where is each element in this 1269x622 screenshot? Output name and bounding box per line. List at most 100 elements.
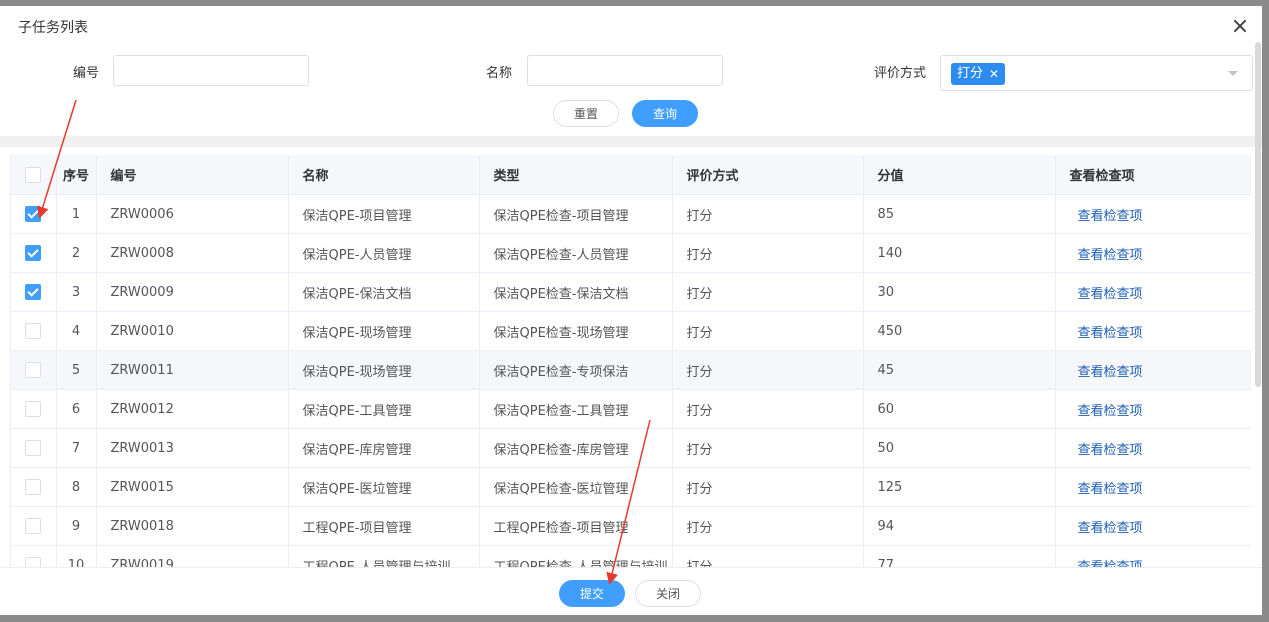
row-checkbox[interactable] — [25, 362, 42, 378]
header-score: 分值 — [863, 155, 1056, 195]
table-row[interactable]: 3 ZRW0009 保洁QPE-保洁文档 保洁QPE检查-保洁文档 打分 30 查看检查项 — [11, 272, 1251, 312]
row-type: 保洁QPE检查-保洁文档 — [479, 272, 673, 312]
row-index: 6 — [56, 389, 97, 429]
table-row[interactable]: 7 ZRW0013 保洁QPE-库房管理 保洁QPE检查-库房管理 打分 50 查看检查项 — [11, 428, 1251, 468]
table-row[interactable]: 8 ZRW0015 保洁QPE-医垃管理 保洁QPE检查-医垃管理 打分 125 查看检查项 — [11, 467, 1251, 507]
table-row[interactable]: 6 ZRW0012 保洁QPE-工具管理 保洁QPE检查-工具管理 打分 60 查看检查项 — [11, 389, 1251, 429]
row-score: 140 — [863, 233, 1056, 273]
row-eval-method: 打分 — [672, 194, 864, 234]
row-checkbox[interactable] — [25, 323, 42, 339]
row-view-items-cell: 查看检查项 — [1055, 506, 1251, 546]
row-type: 保洁QPE检查-库房管理 — [479, 428, 673, 468]
subtask-table: 序号 编号 名称 类型 评价方式 分值 查看检查项 1 ZRW0006 保洁QPE-… — [10, 155, 1251, 567]
section-divider — [0, 136, 1262, 147]
view-items-link[interactable]: 查看检查项 — [1070, 209, 1143, 224]
row-eval-method: 打分 — [672, 233, 864, 273]
reset-button[interactable]: 重置 — [553, 100, 619, 127]
row-index: 3 — [56, 272, 97, 312]
row-score: 77 — [863, 545, 1056, 567]
dialog-header: 子任务列表 — [0, 6, 1262, 46]
row-index: 10 — [56, 545, 97, 567]
row-checkbox[interactable] — [25, 245, 42, 261]
row-checkbox-cell — [11, 311, 57, 351]
view-items-link[interactable]: 查看检查项 — [1070, 443, 1143, 458]
row-name: 保洁QPE-现场管理 — [288, 311, 480, 351]
view-items-link[interactable]: 查看检查项 — [1070, 248, 1143, 263]
row-checkbox-cell — [11, 506, 57, 546]
row-eval-method: 打分 — [672, 467, 864, 507]
row-score: 50 — [863, 428, 1056, 468]
row-index: 8 — [56, 467, 97, 507]
close-icon[interactable] — [1232, 18, 1248, 34]
row-view-items-cell: 查看检查项 — [1055, 272, 1251, 312]
row-checkbox-cell — [11, 545, 57, 567]
header-index: 序号 — [56, 155, 97, 195]
header-type: 类型 — [479, 155, 673, 195]
name-input[interactable] — [527, 55, 723, 86]
select-all-cell — [11, 155, 57, 195]
submit-button[interactable]: 提交 — [559, 580, 625, 607]
row-code: ZRW0015 — [96, 467, 289, 507]
row-name: 保洁QPE-项目管理 — [288, 194, 480, 234]
row-index: 2 — [56, 233, 97, 273]
row-index: 9 — [56, 506, 97, 546]
query-button[interactable]: 查询 — [632, 100, 698, 127]
row-eval-method: 打分 — [672, 389, 864, 429]
row-checkbox-cell — [11, 272, 57, 312]
row-checkbox[interactable] — [25, 518, 42, 534]
row-checkbox[interactable] — [25, 206, 42, 222]
tag-close-icon[interactable]: ✕ — [989, 63, 999, 85]
view-items-link[interactable]: 查看检查项 — [1070, 326, 1143, 341]
row-score: 450 — [863, 311, 1056, 351]
eval-method-select[interactable]: 打分 ✕ — [940, 55, 1253, 91]
chevron-down-icon[interactable] — [1228, 71, 1238, 76]
header-code: 编号 — [96, 155, 289, 195]
view-items-link[interactable]: 查看检查项 — [1070, 560, 1143, 568]
header-view-items: 查看检查项 — [1055, 155, 1251, 195]
row-checkbox[interactable] — [25, 440, 42, 456]
close-button[interactable]: 关闭 — [635, 580, 701, 607]
row-view-items-cell: 查看检查项 — [1055, 194, 1251, 234]
row-checkbox[interactable] — [25, 401, 42, 417]
row-name: 保洁QPE-保洁文档 — [288, 272, 480, 312]
row-eval-method: 打分 — [672, 272, 864, 312]
row-code: ZRW0013 — [96, 428, 289, 468]
code-input[interactable] — [113, 55, 309, 86]
table-row[interactable]: 5 ZRW0011 保洁QPE-现场管理 保洁QPE检查-专项保洁 打分 45 查看检查项 — [11, 350, 1251, 390]
row-name: 工程QPE-项目管理 — [288, 506, 480, 546]
table-row[interactable]: 9 ZRW0018 工程QPE-项目管理 工程QPE检查-项目管理 打分 94 查看检查项 — [11, 506, 1251, 546]
row-checkbox[interactable] — [25, 284, 42, 300]
row-checkbox-cell — [11, 428, 57, 468]
row-score: 30 — [863, 272, 1056, 312]
row-view-items-cell: 查看检查项 — [1055, 428, 1251, 468]
view-items-link[interactable]: 查看检查项 — [1070, 365, 1143, 380]
code-label: 编号 — [73, 66, 100, 81]
row-score: 94 — [863, 506, 1056, 546]
table-row[interactable]: 10 ZRW0019 工程QPE-人员管理与培训 工程QPE检查-人员管理与培训 打分 7… — [11, 545, 1251, 568]
row-eval-method: 打分 — [672, 428, 864, 468]
header-eval-method: 评价方式 — [672, 155, 864, 195]
eval-method-label: 评价方式 — [874, 66, 927, 81]
view-items-link[interactable]: 查看检查项 — [1070, 287, 1143, 302]
table-row[interactable]: 2 ZRW0008 保洁QPE-人员管理 保洁QPE检查-人员管理 打分 140 查看检查项 — [11, 233, 1251, 273]
view-items-link[interactable]: 查看检查项 — [1070, 521, 1143, 536]
table-row[interactable]: 4 ZRW0010 保洁QPE-现场管理 保洁QPE检查-现场管理 打分 450 查看检查项 — [11, 311, 1251, 351]
row-code: ZRW0008 — [96, 233, 289, 273]
row-checkbox[interactable] — [25, 479, 42, 495]
row-code: ZRW0006 — [96, 194, 289, 234]
row-code: ZRW0012 — [96, 389, 289, 429]
row-checkbox-cell — [11, 350, 57, 390]
scrollbar-thumb[interactable] — [1255, 42, 1261, 387]
view-items-link[interactable]: 查看检查项 — [1070, 404, 1143, 419]
row-view-items-cell: 查看检查项 — [1055, 467, 1251, 507]
row-index: 5 — [56, 350, 97, 390]
row-checkbox[interactable] — [25, 557, 42, 567]
row-eval-method: 打分 — [672, 545, 864, 567]
table-row[interactable]: 1 ZRW0006 保洁QPE-项目管理 保洁QPE检查-项目管理 打分 85 查看检查项 — [11, 194, 1251, 234]
row-code: ZRW0011 — [96, 350, 289, 390]
row-checkbox-cell — [11, 233, 57, 273]
view-items-link[interactable]: 查看检查项 — [1070, 482, 1143, 497]
row-type: 保洁QPE检查-医垃管理 — [479, 467, 673, 507]
row-name: 保洁QPE-工具管理 — [288, 389, 480, 429]
select-all-checkbox[interactable] — [25, 166, 42, 183]
